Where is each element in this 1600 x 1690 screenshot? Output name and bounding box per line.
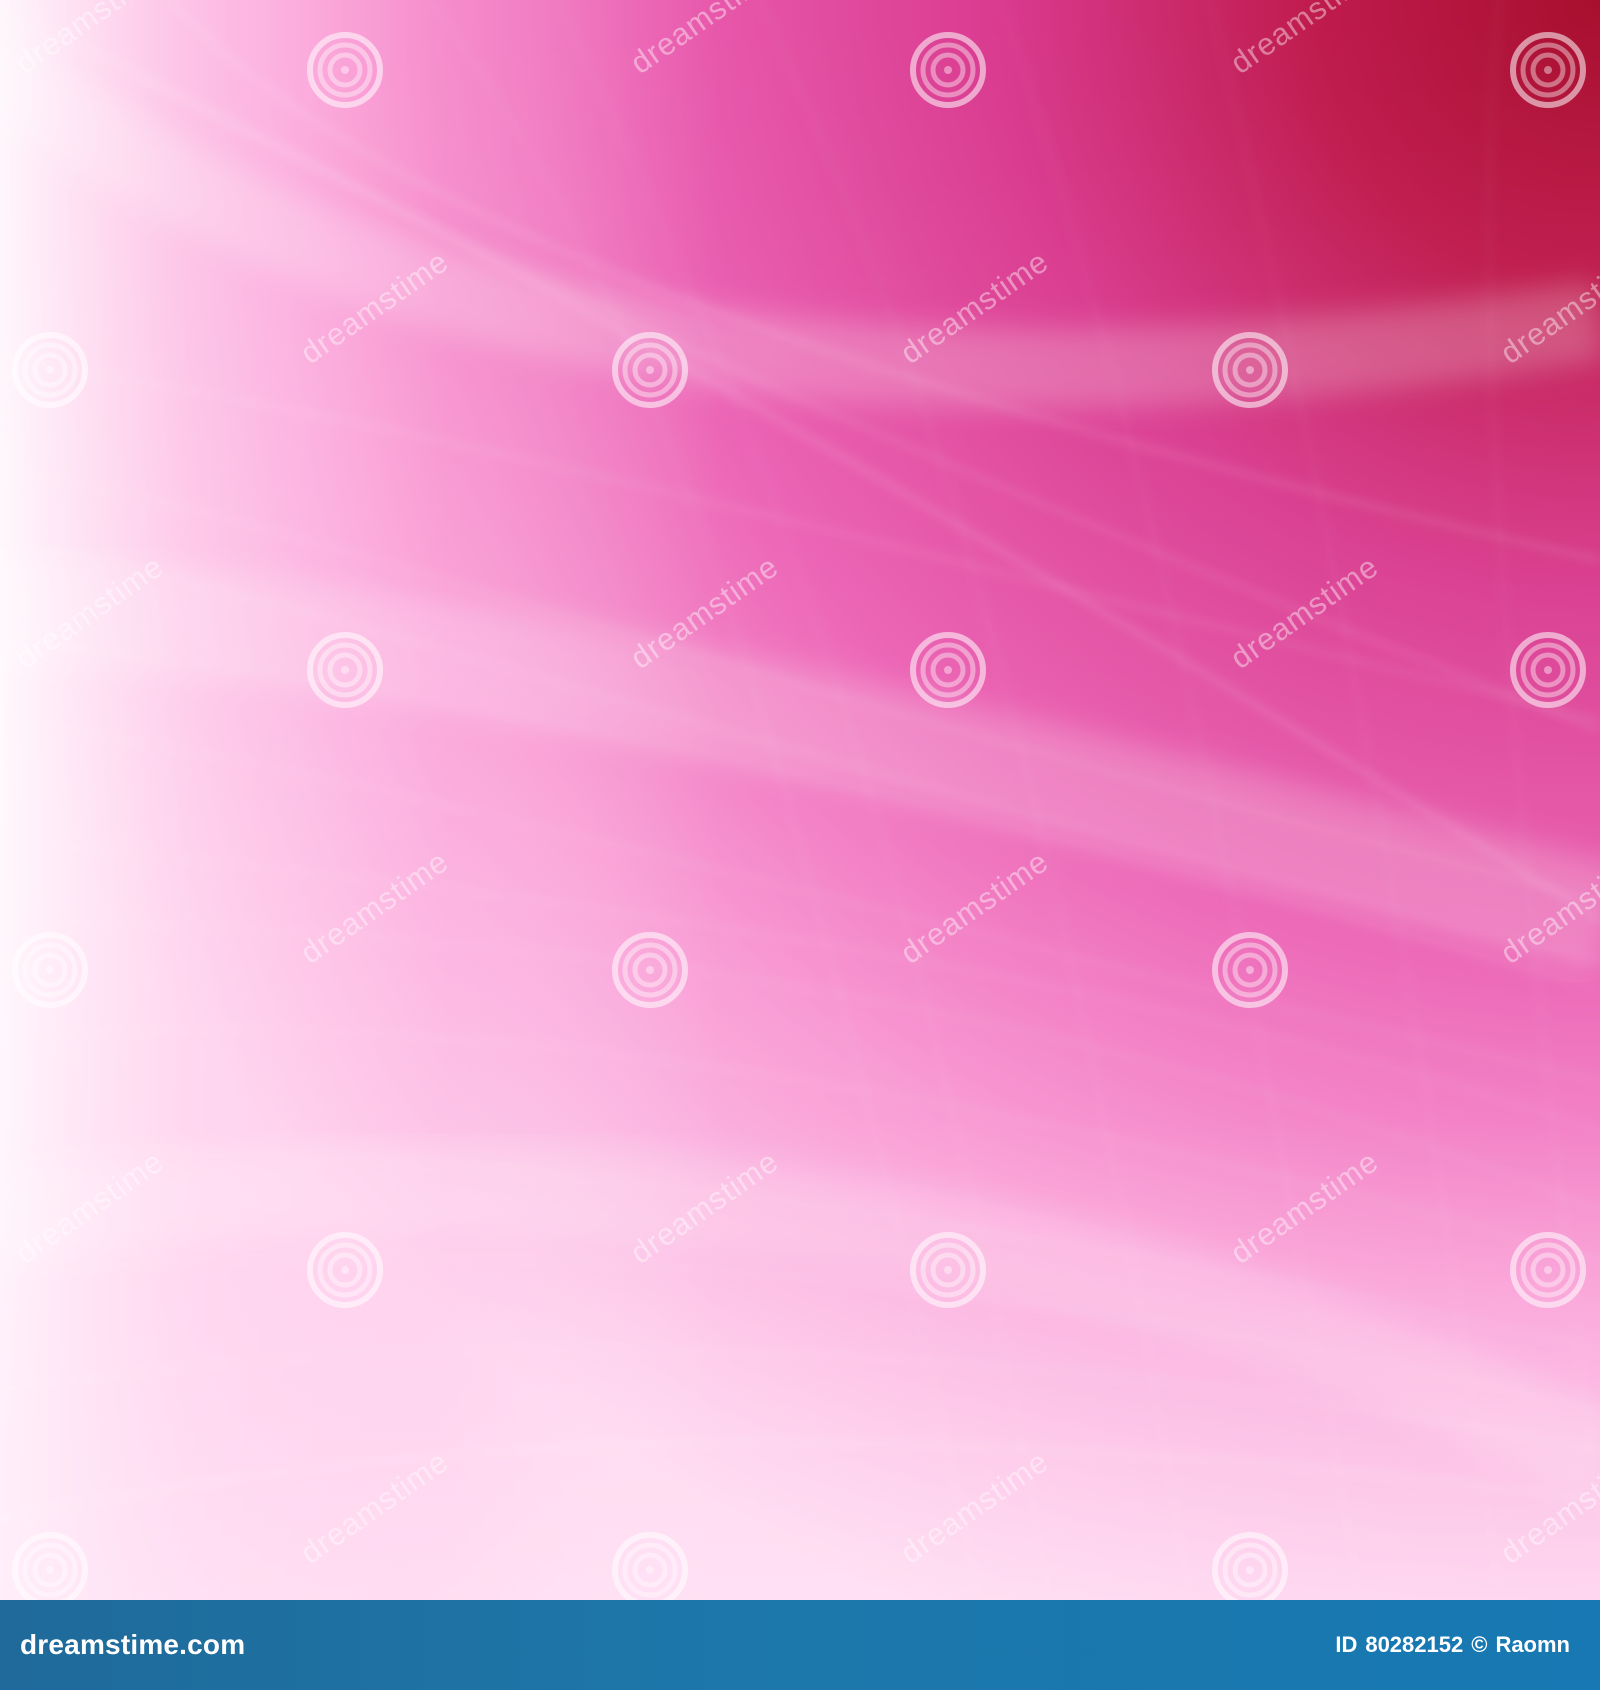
footer-bar: dreamstime.com ID 80282152 © Raomn [0, 1600, 1600, 1690]
spiral-watermark-icon [1510, 632, 1586, 708]
spiral-watermark-icon [612, 332, 688, 408]
spiral-watermark-icon [12, 932, 88, 1008]
spiral-watermark-icon [307, 32, 383, 108]
spiral-watermark-icon [307, 632, 383, 708]
spiral-center [944, 1266, 952, 1274]
spiral-center [944, 66, 952, 74]
spiral-center [341, 66, 349, 74]
spiral-watermark-icon [612, 932, 688, 1008]
spiral-watermark-icon [910, 632, 986, 708]
brand-label: dreamstime.com [20, 1629, 246, 1660]
spiral-center [341, 666, 349, 674]
spiral-center [646, 1566, 654, 1574]
spiral-center [46, 966, 54, 974]
spiral-watermark-icon [910, 32, 986, 108]
spiral-center [1246, 366, 1254, 374]
id-value: 80282152 [1365, 1632, 1464, 1657]
spiral-center [46, 366, 54, 374]
spiral-center [646, 366, 654, 374]
spiral-center [1544, 66, 1552, 74]
spiral-center [1544, 666, 1552, 674]
abstract-pink-background: dreamstime dreamstime dreamstime dreamstime… [0, 0, 1600, 1600]
spiral-watermark-icon [1510, 1232, 1586, 1308]
spiral-watermark-icon [307, 1232, 383, 1308]
spiral-center [1544, 1266, 1552, 1274]
spiral-center [944, 666, 952, 674]
spiral-watermark-icon [1510, 32, 1586, 108]
abstract-background-svg: dreamstime dreamstime dreamstimedreamstime… [0, 0, 1600, 1600]
spiral-watermark-icon [910, 1232, 986, 1308]
spiral-center [646, 966, 654, 974]
spiral-center [1246, 1566, 1254, 1574]
spiral-center [46, 1566, 54, 1574]
spiral-center [1246, 966, 1254, 974]
spiral-center [341, 1266, 349, 1274]
id-label: ID [1335, 1632, 1358, 1657]
spiral-watermark-icon [1212, 932, 1288, 1008]
image-meta: ID 80282152 © Raomn [1335, 1600, 1570, 1690]
stock-image-page: dreamstime dreamstime dreamstime dreamstime… [0, 0, 1600, 1690]
copyright-symbol: © [1471, 1632, 1488, 1657]
author-name: Raomn [1495, 1632, 1570, 1657]
spiral-watermark-icon [1212, 332, 1288, 408]
spiral-watermark-icon [12, 332, 88, 408]
